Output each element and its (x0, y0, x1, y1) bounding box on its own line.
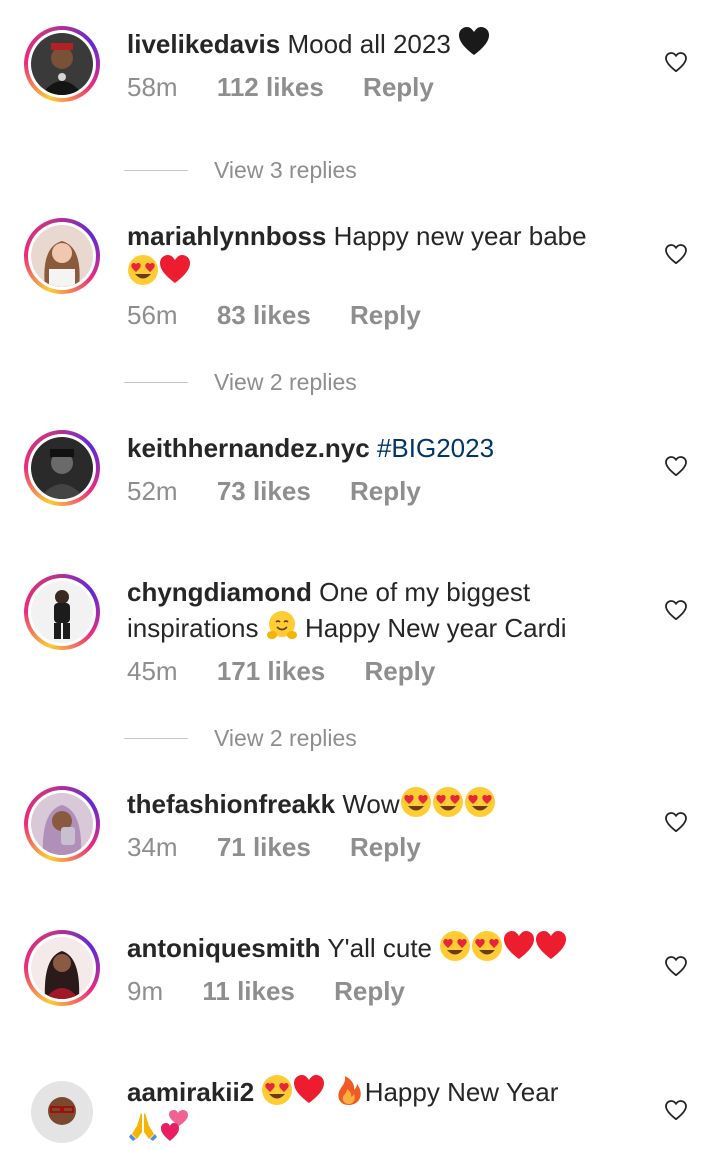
avatar-photo (31, 225, 93, 287)
heart-outline-icon[interactable] (664, 454, 688, 478)
avatar-photo (31, 793, 93, 855)
two-hearts-emoji (159, 1110, 191, 1142)
view-replies-label[interactable]: View 2 replies (214, 720, 357, 756)
comment-text: mariahlynnboss Happy new year babe (127, 218, 647, 290)
heart-eyes-emoji (127, 254, 159, 286)
comment-body-line1: One of my biggest (319, 577, 531, 607)
heart-outline-icon[interactable] (664, 242, 688, 266)
avatar-photo (31, 1081, 93, 1143)
avatar[interactable] (24, 786, 100, 862)
timestamp: 56m (127, 300, 178, 330)
timestamp: 9m (127, 976, 164, 1006)
heart-eyes-emoji (400, 786, 432, 818)
black-heart-emoji (458, 26, 490, 58)
heart-eyes-emoji (471, 930, 503, 962)
comment-text: aamirakii2 Happy New Year (127, 1074, 647, 1146)
view-replies-button[interactable]: View 3 replies (124, 152, 424, 188)
avatar-photo (31, 437, 93, 499)
divider (124, 382, 188, 383)
heart-outline-icon[interactable] (664, 50, 688, 74)
heart-outline-icon[interactable] (664, 1098, 688, 1122)
comment-meta: 52m 73 likes Reply (127, 476, 453, 507)
comment-body-line2b: Happy New year Cardi (304, 613, 567, 643)
comment-body: Wow (342, 789, 400, 819)
avatar[interactable] (24, 26, 100, 102)
avatar[interactable] (24, 930, 100, 1006)
comment-text: keithhernandez.nyc #BIG2023 (127, 430, 647, 466)
folded-hands-emoji (127, 1110, 159, 1142)
comment-body: Mood all 2023 (287, 29, 451, 59)
username[interactable]: mariahlynnboss (127, 221, 326, 251)
fire-emoji (333, 1074, 365, 1106)
red-heart-emoji (293, 1074, 325, 1106)
avatar-photo (31, 937, 93, 999)
comment-text: livelikedavis Mood all 2023 (127, 26, 647, 62)
avatar[interactable] (24, 574, 100, 650)
username[interactable]: keithhernandez.nyc (127, 433, 370, 463)
comment-body: Y'all cute (327, 933, 433, 963)
likes-count[interactable]: 73 likes (217, 476, 311, 506)
heart-eyes-emoji (464, 786, 496, 818)
avatar-photo (31, 581, 93, 643)
reply-button[interactable]: Reply (334, 976, 405, 1006)
red-heart-emoji (535, 930, 567, 962)
heart-eyes-emoji (261, 1074, 293, 1106)
comment-meta: 58m 112 likes Reply (127, 72, 466, 103)
likes-count[interactable]: 11 likes (202, 976, 295, 1006)
divider (124, 738, 188, 739)
comment-body: Happy New Year (364, 1077, 559, 1107)
username[interactable]: thefashionfreakk (127, 789, 335, 819)
reply-button[interactable]: Reply (350, 476, 421, 506)
comment-text: antoniquesmith Y'all cute (127, 930, 647, 966)
comment-text: thefashionfreakk Wow (127, 786, 647, 822)
hugging-face-emoji (266, 610, 298, 642)
red-heart-emoji (503, 930, 535, 962)
divider (124, 170, 188, 171)
reply-button[interactable]: Reply (364, 656, 435, 686)
hashtag-link[interactable]: #BIG2023 (377, 433, 494, 463)
avatar-photo (31, 33, 93, 95)
comment-body: Happy new year babe (333, 221, 587, 251)
likes-count[interactable]: 83 likes (217, 300, 311, 330)
username[interactable]: antoniquesmith (127, 933, 321, 963)
likes-count[interactable]: 112 likes (217, 72, 324, 102)
comment-text: chyngdiamond One of my biggest inspirati… (127, 574, 647, 646)
comment-body-line2a: inspirations (127, 613, 259, 643)
comment-meta: 45m 171 likes Reply (127, 656, 467, 687)
heart-outline-icon[interactable] (664, 598, 688, 622)
username[interactable]: chyngdiamond (127, 577, 312, 607)
view-replies-label[interactable]: View 2 replies (214, 364, 357, 400)
reply-button[interactable]: Reply (350, 300, 421, 330)
heart-eyes-emoji (439, 930, 471, 962)
view-replies-label[interactable]: View 3 replies (214, 152, 357, 188)
avatar[interactable] (24, 430, 100, 506)
username[interactable]: livelikedavis (127, 29, 280, 59)
comment-meta: 9m 11 likes Reply (127, 976, 437, 1007)
timestamp: 34m (127, 832, 178, 862)
heart-outline-icon[interactable] (664, 810, 688, 834)
comment-meta: 56m 83 likes Reply (127, 300, 453, 331)
view-replies-button[interactable]: View 2 replies (124, 720, 424, 756)
red-heart-emoji (159, 254, 191, 286)
reply-button[interactable]: Reply (350, 832, 421, 862)
avatar[interactable] (24, 218, 100, 294)
likes-count[interactable]: 71 likes (217, 832, 311, 862)
comment-meta: 34m 71 likes Reply (127, 832, 453, 863)
timestamp: 52m (127, 476, 178, 506)
heart-eyes-emoji (432, 786, 464, 818)
heart-outline-icon[interactable] (664, 954, 688, 978)
reply-button[interactable]: Reply (363, 72, 434, 102)
timestamp: 58m (127, 72, 178, 102)
username[interactable]: aamirakii2 (127, 1077, 254, 1107)
timestamp: 45m (127, 656, 178, 686)
likes-count[interactable]: 171 likes (217, 656, 325, 686)
view-replies-button[interactable]: View 2 replies (124, 364, 424, 400)
